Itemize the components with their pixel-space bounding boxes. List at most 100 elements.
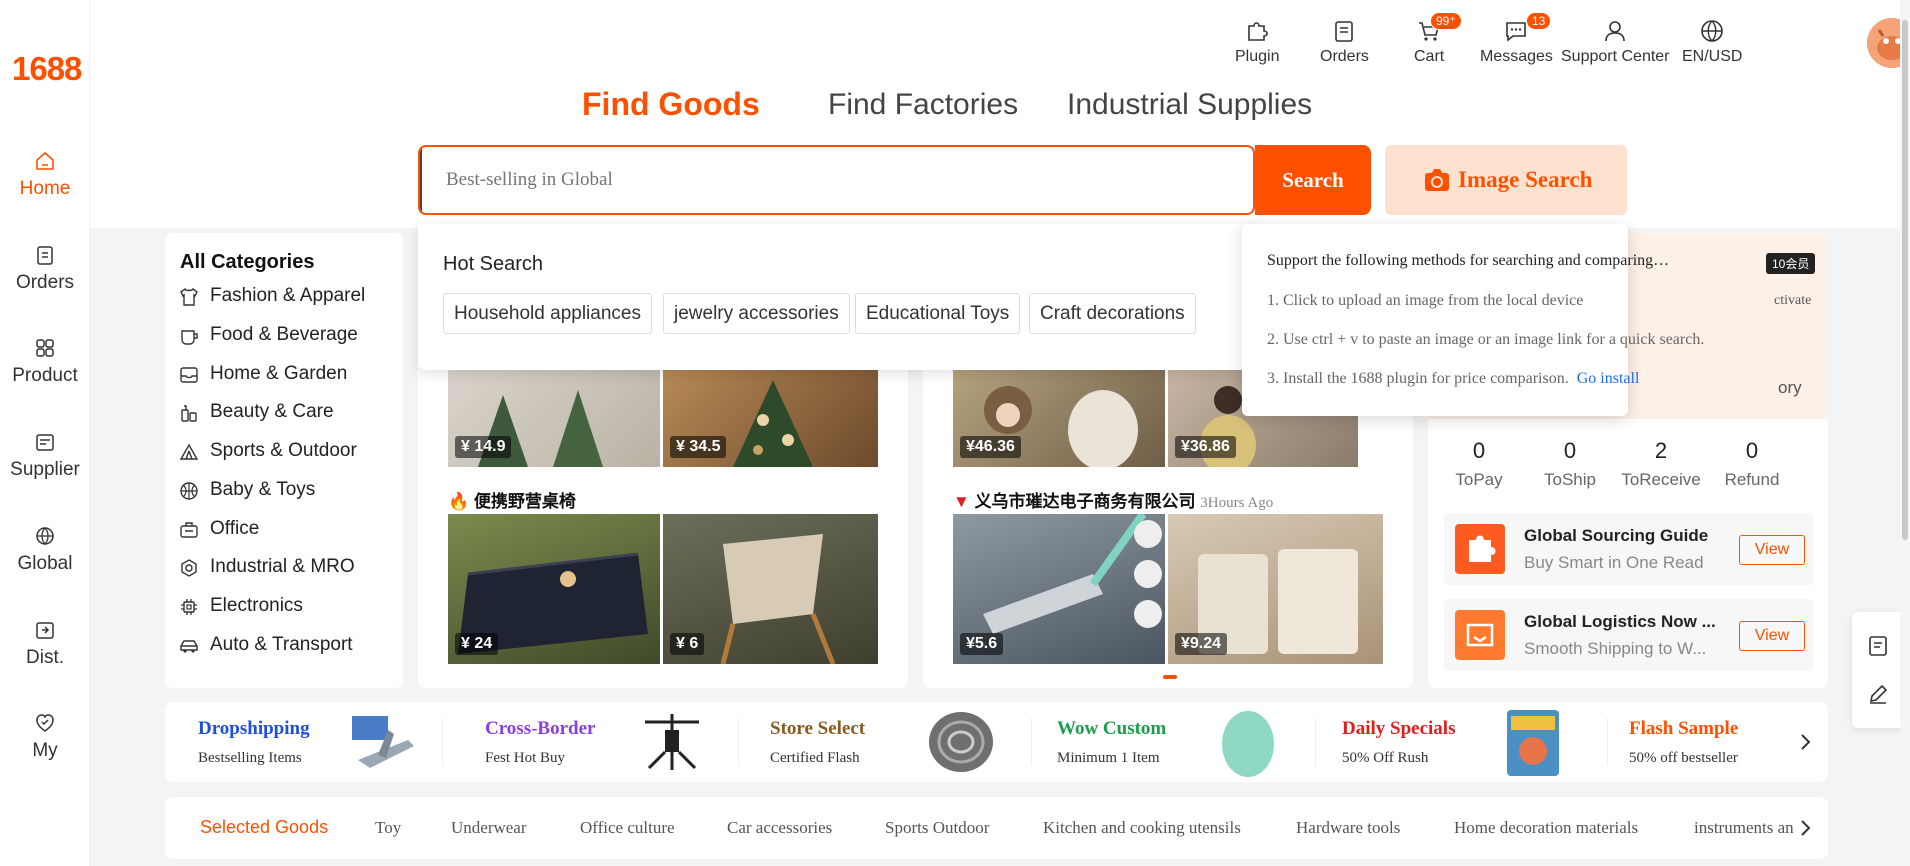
service-store-select[interactable]: Store Select Certified Flash: [770, 702, 1010, 782]
tab-selected-goods[interactable]: Selected Goods: [200, 817, 328, 838]
edit-icon[interactable]: [1866, 682, 1890, 706]
divider: [1607, 718, 1608, 766]
topbar-plugin[interactable]: Plugin: [1235, 18, 1279, 66]
product-thumbnail: [1507, 710, 1559, 776]
topbar-label: Orders: [1320, 48, 1369, 65]
tab-car-accessories[interactable]: Car accessories: [727, 818, 832, 838]
category-label: Baby & Toys: [210, 479, 316, 500]
service-subtitle: 50% Off Rush: [1342, 750, 1429, 766]
view-button[interactable]: View: [1739, 535, 1805, 565]
product-tile[interactable]: ¥46.36: [953, 370, 1165, 467]
topbar-support-center[interactable]: Support Center: [1561, 18, 1670, 66]
product-tile[interactable]: ¥ 34.5: [663, 370, 878, 467]
hot-search-tag[interactable]: Educational Toys: [855, 293, 1021, 334]
service-cross-border[interactable]: Cross-Border Fest Hot Buy: [485, 702, 725, 782]
tab-toy[interactable]: Toy: [375, 818, 401, 838]
product-price: ¥ 14.9: [455, 436, 512, 458]
tab-industrial-supplies[interactable]: Industrial Supplies: [1067, 88, 1312, 122]
hot-search-tag[interactable]: Household appliances: [443, 293, 652, 334]
service-dropshipping[interactable]: Dropshipping Bestselling Items: [198, 702, 438, 782]
document-icon[interactable]: [1866, 634, 1890, 658]
topbar-label: Support Center: [1561, 48, 1670, 65]
sidebar-item-product[interactable]: Product: [0, 337, 90, 387]
product-tile[interactable]: ¥ 24: [448, 514, 660, 664]
left-sidebar: 1688 Home Orders Product Supplier Global…: [0, 0, 90, 866]
scrollbar-thumb[interactable]: [1902, 20, 1908, 540]
go-install-link[interactable]: Go install: [1577, 370, 1640, 387]
grid-icon: [36, 339, 54, 357]
promo-global-sourcing[interactable]: Global Sourcing Guide Buy Smart in One R…: [1444, 513, 1814, 585]
product-tile[interactable]: ¥ 6: [663, 514, 878, 664]
tooltip-line: 1. Click to upload an image from the loc…: [1267, 292, 1584, 309]
tent-icon: [179, 443, 199, 460]
image-search-button[interactable]: Image Search: [1385, 145, 1627, 215]
product-thumbnail: [929, 712, 993, 772]
hot-search-title: Hot Search: [443, 253, 544, 275]
sidebar-item-my[interactable]: My: [0, 712, 90, 762]
promo-global-logistics[interactable]: Global Logistics Now ... Smooth Shipping…: [1444, 599, 1814, 671]
tooltip-line: 2. Use ctrl + v to paste an image or an …: [1267, 331, 1705, 348]
product-tile[interactable]: ¥9.24: [1168, 514, 1383, 664]
sidebar-item-global[interactable]: Global: [0, 525, 90, 575]
feed-section-title-text: 便携野营桌椅: [473, 492, 576, 511]
tooltip-line-install: 3. Install the 1688 plugin for price com…: [1267, 370, 1639, 388]
product-tile[interactable]: ¥ 14.9: [448, 370, 660, 467]
category-label: Office: [210, 518, 260, 539]
service-subtitle: Minimum 1 Item: [1057, 750, 1160, 766]
service-subtitle: Certified Flash: [770, 750, 860, 766]
site-logo[interactable]: 1688: [12, 50, 82, 88]
search-box: [418, 145, 1255, 215]
tab-kitchen-cooking[interactable]: Kitchen and cooking utensils: [1043, 818, 1241, 838]
globe-icon: [36, 527, 54, 545]
carousel-indicator[interactable]: [1163, 675, 1177, 679]
product-thumbnail: [645, 714, 699, 770]
divider: [1031, 718, 1032, 766]
store-icon: [36, 434, 54, 451]
view-button[interactable]: View: [1739, 621, 1805, 651]
goods-category-tabs: Selected Goods Toy Underwear Office cult…: [165, 797, 1828, 859]
sidebar-item-orders[interactable]: Orders: [0, 244, 90, 294]
product-price: ¥36.86: [1175, 436, 1236, 458]
order-stat-topay[interactable]: 0 ToPay: [1434, 438, 1524, 490]
sidebar-item-supplier[interactable]: Supplier: [0, 431, 90, 481]
service-daily-specials[interactable]: Daily Specials 50% Off Rush: [1342, 702, 1582, 782]
service-title: Cross-Border: [485, 718, 596, 739]
service-title: Store Select: [770, 718, 866, 739]
tab-home-decoration[interactable]: Home decoration materials: [1454, 818, 1638, 838]
service-flash-sample[interactable]: Flash Sample 50% off bestseller: [1629, 702, 1789, 782]
cart-count-badge: 99⁺: [1430, 12, 1462, 30]
service-title: Daily Specials: [1342, 718, 1456, 739]
topbar-label: Cart: [1414, 48, 1445, 65]
topbar-orders[interactable]: Orders: [1320, 18, 1369, 66]
product-thumbnail: [1222, 711, 1274, 777]
tab-sports-outdoor[interactable]: Sports Outdoor: [885, 818, 989, 838]
sidebar-item-dist[interactable]: Dist.: [0, 619, 90, 669]
service-wow-custom[interactable]: Wow Custom Minimum 1 Item: [1057, 702, 1297, 782]
order-stat-toship[interactable]: 0 ToShip: [1525, 438, 1615, 490]
tab-find-factories[interactable]: Find Factories: [828, 88, 1018, 122]
tab-find-goods[interactable]: Find Goods: [582, 86, 760, 123]
tab-office-culture[interactable]: Office culture: [580, 818, 675, 838]
hot-search-tag[interactable]: jewelry accessories: [663, 293, 850, 334]
tab-hardware-tools[interactable]: Hardware tools: [1296, 818, 1400, 838]
feed-section-time: 3Hours Ago: [1200, 495, 1274, 511]
order-stat-toreceive[interactable]: 2 ToReceive: [1616, 438, 1706, 490]
topbar-cart[interactable]: Cart 99⁺: [1414, 12, 1462, 66]
sidebar-item-home[interactable]: Home: [0, 150, 90, 200]
chevron-right-icon[interactable]: [1795, 818, 1815, 838]
activate-link[interactable]: ctivate: [1774, 293, 1811, 309]
promo-title: Global Sourcing Guide: [1524, 526, 1709, 545]
tab-underwear[interactable]: Underwear: [451, 818, 527, 838]
heart-shield-icon: [36, 714, 54, 732]
search-input[interactable]: [420, 147, 1253, 213]
product-tile[interactable]: ¥5.6: [953, 514, 1165, 664]
hot-search-tag[interactable]: Craft decorations: [1029, 293, 1196, 334]
search-button[interactable]: Search: [1255, 145, 1371, 215]
page-scrollbar[interactable]: [1900, 0, 1910, 866]
chevron-right-icon[interactable]: [1795, 732, 1815, 752]
topbar-messages[interactable]: Messages 13: [1480, 12, 1553, 66]
car-icon: [180, 640, 198, 653]
tab-instruments[interactable]: instruments an: [1694, 818, 1794, 838]
topbar-language-currency[interactable]: EN/USD: [1682, 18, 1742, 66]
order-stat-refund[interactable]: 0 Refund: [1707, 438, 1797, 490]
